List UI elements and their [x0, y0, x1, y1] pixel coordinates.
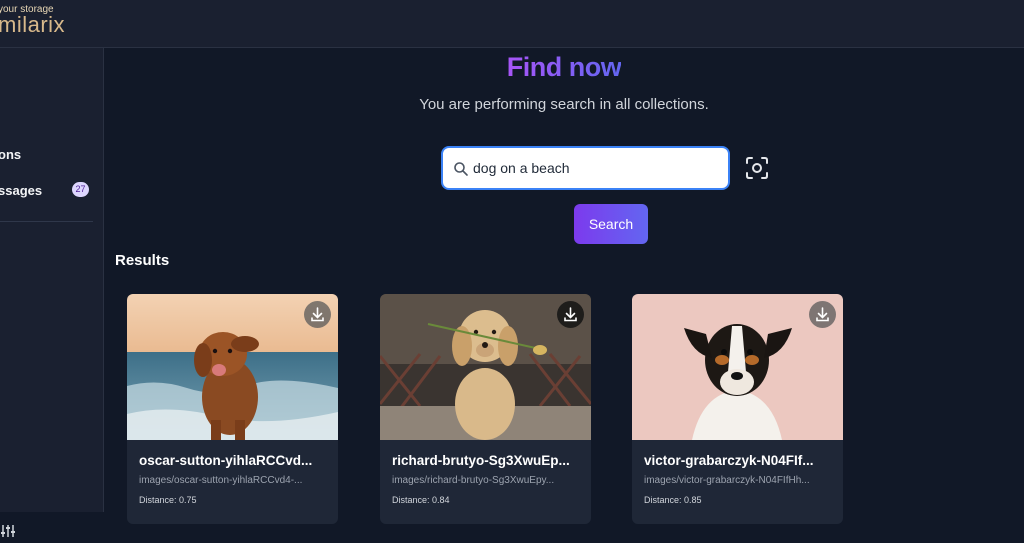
page-subtitle: You are performing search in all collect… [419, 96, 709, 113]
search-box[interactable] [441, 146, 730, 190]
result-distance: Distance: 0.75 [139, 495, 197, 505]
result-title: oscar-sutton-yihlaRCCvd... [139, 453, 313, 468]
download-button[interactable] [809, 301, 836, 328]
result-card[interactable]: richard-brutyo-Sg3XwuEp... images/richar… [380, 294, 591, 524]
result-card[interactable]: victor-grabarczyk-N04FIf... images/victo… [632, 294, 843, 524]
download-icon [304, 307, 331, 332]
result-distance: Distance: 0.84 [392, 495, 450, 505]
result-distance: Distance: 0.85 [644, 495, 702, 505]
messages-count-badge: 27 [72, 182, 89, 197]
search-icon [453, 161, 469, 177]
result-title: victor-grabarczyk-N04FIf... [644, 453, 814, 468]
download-icon [809, 307, 836, 332]
sidebar-item-collections[interactable]: ons [0, 147, 21, 162]
result-path: images/victor-grabarczyk-N04FIfHh... [644, 475, 810, 486]
brand-logo[interactable]: milarix [0, 12, 65, 38]
sidebar: ons ssages 27 [0, 48, 104, 537]
download-button[interactable] [557, 301, 584, 328]
download-button[interactable] [304, 301, 331, 328]
sidebar-divider [0, 221, 93, 222]
result-path: images/richard-brutyo-Sg3XwuEpy... [392, 475, 555, 486]
search-input[interactable] [473, 148, 723, 188]
sidebar-item-messages[interactable]: ssages [0, 183, 42, 198]
search-button[interactable]: Search [574, 204, 648, 244]
sliders-icon[interactable] [0, 523, 16, 543]
result-title: richard-brutyo-Sg3XwuEp... [392, 453, 570, 468]
page-title: Find now [506, 52, 622, 82]
result-card[interactable]: oscar-sutton-yihlaRCCvd... images/oscar-… [127, 294, 338, 524]
image-scan-icon[interactable] [744, 155, 770, 181]
result-path: images/oscar-sutton-yihlaRCCvd4-... [139, 475, 303, 486]
main-content: Find now You are performing search in al… [104, 48, 1024, 524]
top-bar: your storage milarix [0, 0, 1024, 48]
download-icon [557, 307, 584, 332]
results-heading: Results [115, 252, 170, 269]
